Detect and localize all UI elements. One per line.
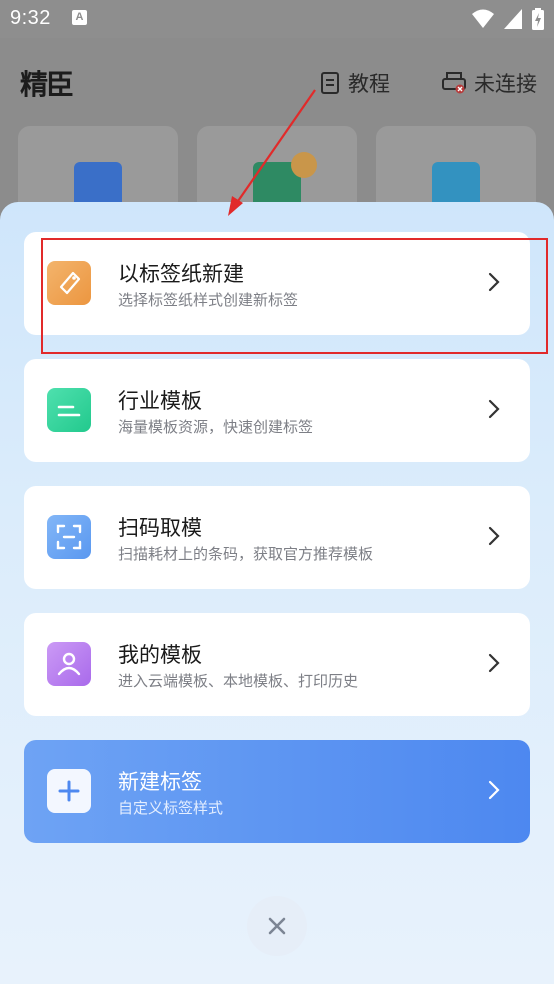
printer-disconnected-icon [442,72,466,94]
option-subtitle: 选择标签纸样式创建新标签 [118,291,299,309]
notification-icon: A [72,10,87,25]
option-my-templates[interactable]: 我的模板 进入云端模板、本地模板、打印历史 [24,613,530,716]
template-icon [47,388,91,432]
battery-charging-icon [532,8,544,30]
chevron-right-icon [488,653,500,673]
tag-icon [47,261,91,305]
close-sheet-button[interactable] [247,896,307,956]
app-logo: 精臣 [20,68,74,101]
option-new-from-label-paper[interactable]: 以标签纸新建 选择标签纸样式创建新标签 [24,232,530,335]
plus-icon [47,769,91,813]
option-subtitle: 海量模板资源，快速创建标签 [118,418,314,436]
status-icons [472,8,544,30]
create-options-sheet: 以标签纸新建 选择标签纸样式创建新标签 行业模板 海量模板资源，快速创建标签 扫… [0,202,554,984]
app-header: 精臣 教程 未连接 [0,38,554,128]
option-title: 我的模板 [118,643,202,667]
badge-icon [291,152,317,178]
printer-connect-button[interactable]: 未连接 [442,68,537,98]
option-subtitle: 扫描耗材上的条码，获取官方推荐模板 [118,545,374,563]
option-subtitle: 进入云端模板、本地模板、打印历史 [118,672,359,690]
close-icon [268,917,286,935]
option-industry-templates[interactable]: 行业模板 海量模板资源，快速创建标签 [24,359,530,462]
document-icon [321,72,339,94]
option-subtitle: 自定义标签样式 [118,799,224,817]
status-time: 9:32 [10,7,51,29]
user-template-icon [47,642,91,686]
option-title: 以标签纸新建 [118,262,244,286]
wifi-icon [472,9,494,28]
signal-icon [504,9,522,29]
tutorial-label: 教程 [348,72,390,96]
scan-code-icon [47,515,91,559]
connect-status-label: 未连接 [474,72,537,96]
chevron-right-icon [488,780,500,800]
status-bar: 9:32 A [0,0,554,38]
option-title: 新建标签 [118,770,202,794]
chevron-right-icon [488,526,500,546]
option-scan-code-template[interactable]: 扫码取模 扫描耗材上的条码，获取官方推荐模板 [24,486,530,589]
option-new-label[interactable]: 新建标签 自定义标签样式 [24,740,530,843]
option-title: 行业模板 [118,389,202,413]
option-title: 扫码取模 [118,516,202,540]
tutorial-button[interactable]: 教程 [320,68,390,98]
chevron-right-icon [488,399,500,419]
chevron-right-icon [488,272,500,292]
